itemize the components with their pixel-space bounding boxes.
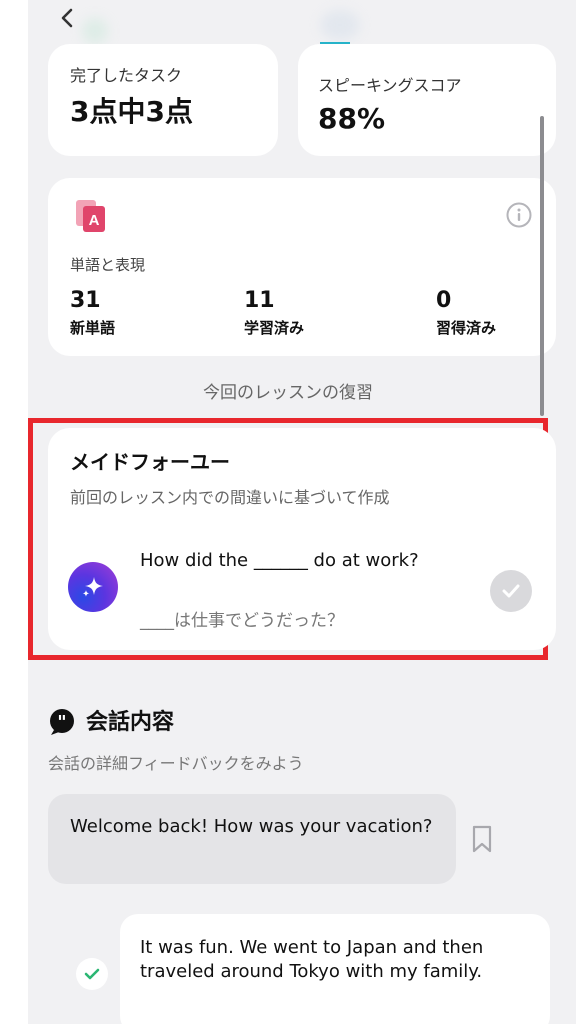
- speaking-score-card: スピーキングスコア 88%: [298, 44, 556, 156]
- speaking-score-label: スピーキングスコア: [318, 76, 462, 95]
- practice-question-translation: ____は仕事でどうだった？: [140, 611, 344, 631]
- learned-words-stat: 11 学習済み: [244, 288, 304, 338]
- vocabulary-cards-icon: A: [76, 200, 105, 232]
- svg-text:": ": [57, 712, 66, 733]
- chevron-left-icon: [61, 8, 73, 28]
- new-words-count: 31: [70, 288, 101, 313]
- made-for-you-subtitle: 前回のレッスン内での間違いに基づいて作成: [70, 488, 390, 507]
- mastered-words-stat: 0 習得済み: [436, 288, 496, 338]
- completion-check-button[interactable]: [490, 570, 532, 612]
- made-for-you-card[interactable]: メイドフォーユー 前回のレッスン内での間違いに基づいて作成 How did th…: [48, 428, 556, 650]
- vocabulary-card[interactable]: A 単語と表現 31 新単語 11 学習済み 0 習得済み: [48, 178, 556, 356]
- conversation-title: 会話内容: [86, 710, 175, 735]
- ai-message-bubble[interactable]: Welcome back! How was your vacation?: [48, 794, 456, 884]
- decorative-blob: [82, 18, 108, 44]
- vocabulary-title: 単語と表現: [70, 256, 146, 274]
- bookmark-icon[interactable]: [470, 824, 494, 854]
- decorative-blob: [320, 10, 360, 40]
- info-icon[interactable]: [506, 202, 532, 228]
- mastered-words-label: 習得済み: [436, 319, 497, 337]
- message-check-icon: [76, 958, 108, 990]
- practice-question: How did the ______ do at work?: [140, 550, 419, 571]
- check-icon: [502, 584, 520, 598]
- completed-tasks-value: 3点中3点: [70, 95, 193, 128]
- completed-tasks-label: 完了したタスク: [70, 66, 183, 85]
- speaking-score-value: 88%: [318, 102, 386, 135]
- back-button[interactable]: [54, 4, 82, 32]
- scrollbar[interactable]: [540, 116, 544, 416]
- user-message-bubble[interactable]: It was fun. We went to Japan and then tr…: [120, 914, 550, 1024]
- made-for-you-title: メイドフォーユー: [70, 450, 230, 474]
- lesson-review-heading: 今回のレッスンの復習: [203, 383, 373, 403]
- mastered-words-count: 0: [436, 288, 452, 313]
- conversation-subtitle: 会話の詳細フィードバックをみよう: [48, 754, 304, 773]
- sparkle-icon: [68, 562, 118, 612]
- conversation-quote-icon: ": [50, 709, 74, 735]
- svg-text:A: A: [89, 212, 100, 229]
- learned-words-label: 学習済み: [244, 319, 305, 337]
- new-words-stat: 31 新単語: [70, 288, 115, 338]
- lesson-summary-screen: 完了したタスク 3点中3点 スピーキングスコア 88% A 単語と表現 31 新…: [28, 0, 576, 1024]
- learned-words-count: 11: [244, 288, 275, 313]
- completed-tasks-card: 完了したタスク 3点中3点: [48, 44, 278, 156]
- new-words-label: 新単語: [70, 319, 116, 337]
